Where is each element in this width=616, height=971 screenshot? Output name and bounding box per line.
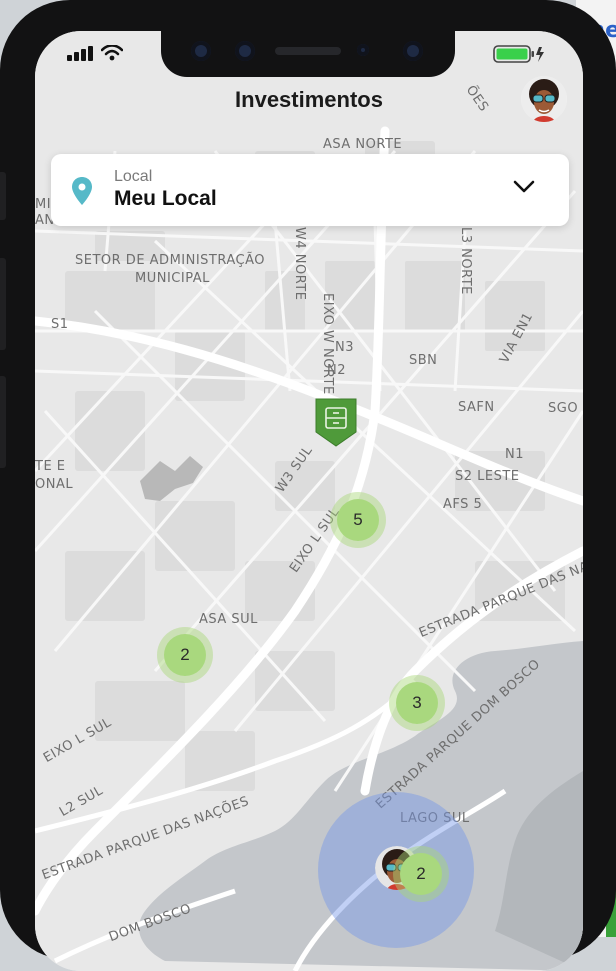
speaker (275, 47, 341, 55)
map-label-l3-norte: L3 NORTE (458, 227, 473, 295)
notch (161, 31, 455, 77)
proximity-sensor (357, 44, 369, 56)
cluster-marker[interactable]: 5 (337, 499, 379, 541)
map-label-afs5: AFS 5 (443, 497, 483, 512)
cluster-count: 3 (412, 693, 422, 712)
profile-avatar-icon (521, 76, 567, 122)
map-label-w4-norte: W4 NORTE (292, 227, 307, 301)
volume-down-button (0, 376, 6, 468)
map-label-onal: ONAL (35, 477, 74, 492)
wifi-icon (101, 45, 123, 61)
map-label-eixo-w-norte: EIXO W NORTE (320, 293, 335, 395)
map-label-safn: SAFN (458, 400, 495, 415)
map-label-te-e: TE E (35, 459, 66, 474)
mute-switch (0, 172, 6, 220)
battery-charging-icon (493, 45, 544, 63)
location-value: Meu Local (114, 187, 217, 210)
investment-marker-icon[interactable] (313, 396, 359, 448)
map-label-setor-admin: SETOR DE ADMINISTRAÇÃO (75, 253, 266, 268)
map-label-s2-leste: S2 LESTE (455, 469, 520, 484)
cluster-marker[interactable]: 2 (400, 853, 442, 895)
cluster-marker[interactable]: 3 (396, 682, 438, 724)
camera-lens (403, 41, 423, 61)
map-label-sgo: SGO (548, 401, 579, 416)
chevron-down-icon[interactable] (513, 180, 535, 194)
map-label-mi: MI (35, 197, 52, 212)
location-selector[interactable]: Local Meu Local (51, 154, 569, 226)
cellular-signal-icon (67, 46, 93, 61)
map-label-n1: N1 (505, 447, 524, 462)
map-label-n3: N3 (335, 340, 354, 355)
app-screen: ASA NORTE SETOR DE ADMINISTRAÇÃO MUNICIP… (35, 31, 583, 971)
camera-lens (191, 41, 211, 61)
cluster-count: 2 (180, 645, 190, 664)
map-label-asa-sul: ASA SUL (199, 612, 258, 627)
location-label: Local (114, 168, 153, 185)
volume-up-button (0, 258, 6, 350)
map-label-municipal: MUNICIPAL (135, 271, 210, 286)
map-label-n2: N2 (327, 363, 346, 378)
phone-frame: ASA NORTE SETOR DE ADMINISTRAÇÃO MUNICIP… (0, 0, 616, 971)
cluster-count: 5 (353, 510, 363, 529)
camera-lens (235, 41, 255, 61)
map-label-asa-norte: ASA NORTE (323, 137, 403, 152)
map-label-s1: S1 (51, 317, 69, 332)
cluster-count: 2 (416, 864, 426, 883)
page-title: Investimentos (235, 87, 383, 112)
map-label-sbn: SBN (409, 353, 438, 368)
cluster-marker[interactable]: 2 (164, 634, 206, 676)
profile-avatar[interactable] (521, 76, 567, 122)
location-pin-icon (72, 177, 92, 205)
